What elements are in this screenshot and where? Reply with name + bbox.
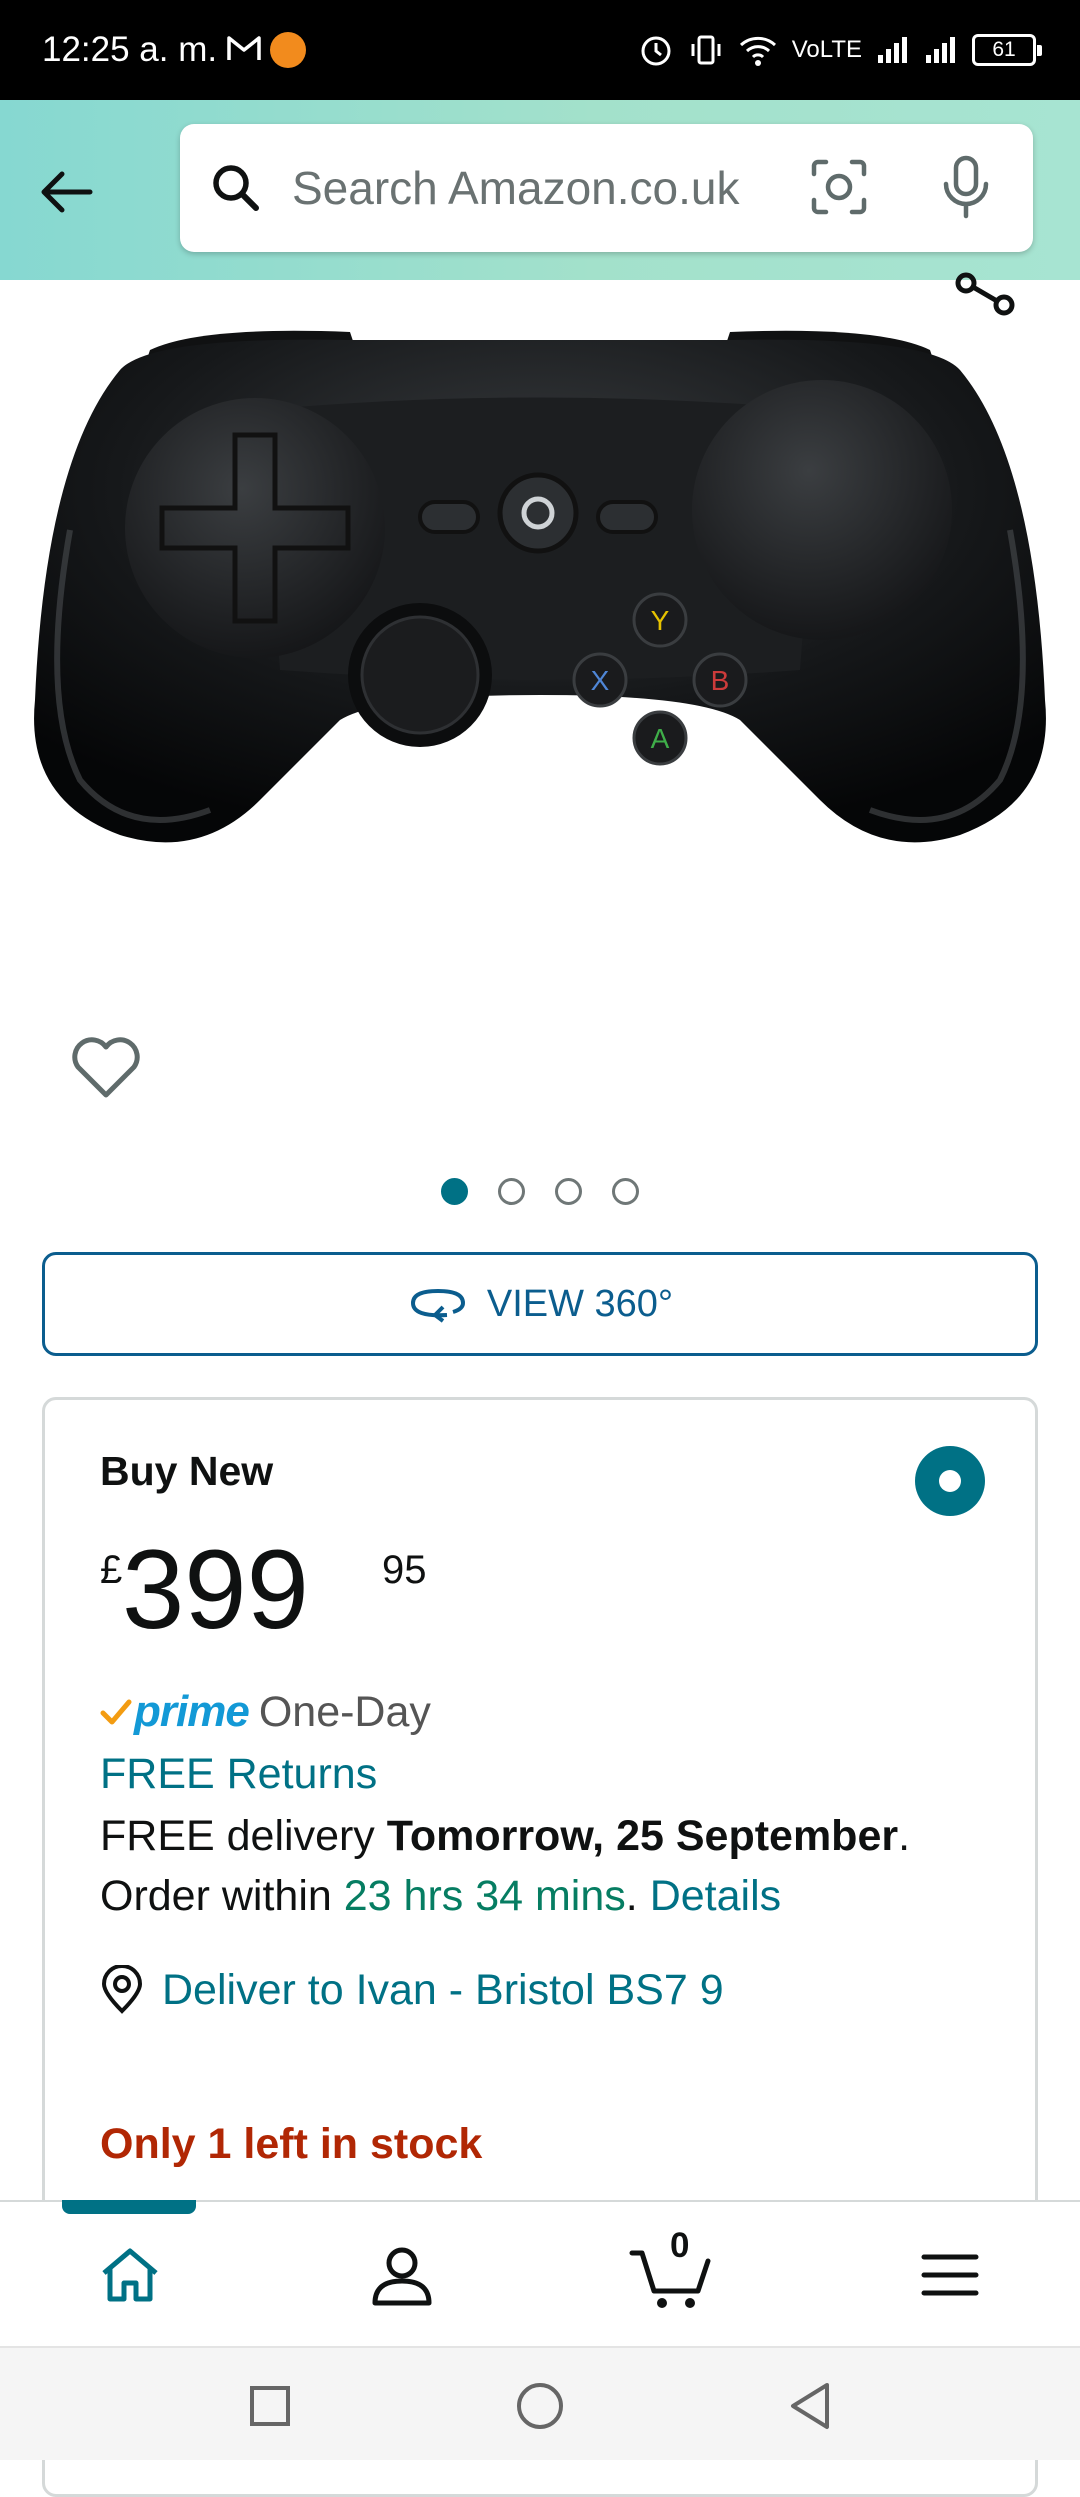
battery-icon: 61 xyxy=(972,34,1042,66)
delivery-suffix: . xyxy=(898,1812,911,1860)
nav-account[interactable] xyxy=(302,2202,502,2348)
status-indicators: VoLTE 61 xyxy=(638,28,1042,72)
cart-count-badge: 0 xyxy=(670,2226,690,2265)
square-icon xyxy=(250,2386,290,2426)
vibrate-icon xyxy=(691,35,721,65)
buy-new-radio[interactable] xyxy=(915,1446,985,1516)
carousel-dot[interactable] xyxy=(441,1178,468,1205)
order-countdown: Order within 23 hrs 34 mins. Details xyxy=(100,1872,781,1921)
back-button[interactable] xyxy=(30,156,102,228)
bottom-navigation: 0 xyxy=(0,2200,1080,2346)
nav-home[interactable] xyxy=(30,2202,230,2348)
svg-text:X: X xyxy=(591,665,610,696)
signal-icon-2 xyxy=(926,37,955,63)
svg-text:B: B xyxy=(711,665,730,696)
details-link[interactable]: Details xyxy=(650,1872,781,1920)
view-360-button[interactable]: VIEW 360° xyxy=(42,1252,1038,1356)
circle-icon xyxy=(517,2383,563,2429)
search-header xyxy=(0,100,1080,280)
delivery-date: Tomorrow, 25 September xyxy=(386,1812,899,1860)
location-pin-icon xyxy=(101,1965,143,2014)
volte-label: VoLTE xyxy=(791,36,862,63)
svg-text:A: A xyxy=(651,723,670,754)
price-symbol: £ xyxy=(100,1548,123,1592)
prime-logo-text: prime xyxy=(134,1687,250,1736)
search-bar[interactable] xyxy=(180,124,1033,252)
prime-badge: prime One-Day xyxy=(100,1682,431,1742)
account-icon xyxy=(372,2247,432,2306)
carousel-dot[interactable] xyxy=(498,1178,525,1205)
recents-button[interactable] xyxy=(238,2374,302,2438)
free-returns-link[interactable]: FREE Returns xyxy=(100,1750,377,1799)
camera-lens-icon[interactable] xyxy=(808,156,870,218)
nav-cart[interactable]: 0 xyxy=(572,2202,772,2348)
home-system-button[interactable] xyxy=(508,2374,572,2438)
countdown-time: 23 hrs 34 mins xyxy=(343,1872,626,1920)
app-notification-icon xyxy=(270,32,306,68)
stock-status: Only 1 left in stock xyxy=(100,2120,483,2168)
home-icon xyxy=(102,2248,158,2302)
price-fraction: 95 xyxy=(382,1548,427,1592)
status-time: 12:25 a. m. xyxy=(42,30,218,69)
back-system-button[interactable] xyxy=(778,2374,842,2438)
deliver-to-link[interactable]: Deliver to Ivan - Bristol BS7 9 xyxy=(100,1965,724,2015)
share-icon[interactable] xyxy=(952,265,1018,331)
microphone-icon[interactable] xyxy=(940,154,992,222)
wifi-icon xyxy=(739,36,776,66)
search-input[interactable] xyxy=(292,144,872,232)
svg-text:Y: Y xyxy=(651,605,670,636)
order-prefix: Order within xyxy=(100,1872,344,1920)
gmail-notification-icon xyxy=(226,33,262,68)
buy-new-title: Buy New xyxy=(100,1448,274,1494)
image-carousel-indicator xyxy=(0,1178,1080,1208)
back-arrow-icon xyxy=(41,171,93,213)
menu-icon xyxy=(921,2254,979,2296)
order-separator: . xyxy=(625,1872,650,1920)
prime-one-day: One-Day xyxy=(258,1687,431,1736)
heart-icon[interactable] xyxy=(70,1035,142,1101)
status-bar: 12:25 a. m. VoLTE 61 xyxy=(0,0,1080,100)
prime-check-icon xyxy=(100,1699,132,1725)
product-image[interactable]: Y X B A xyxy=(0,280,1080,1080)
rotate-360-icon xyxy=(410,1288,465,1323)
deliver-to-label: Deliver to Ivan - Bristol BS7 9 xyxy=(162,1965,724,2014)
delivery-info: FREE delivery Tomorrow, 25 September. xyxy=(100,1812,910,1861)
triangle-back-icon xyxy=(791,2383,829,2429)
view-360-label: VIEW 360° xyxy=(486,1282,674,1325)
price-whole: 399 xyxy=(122,1527,309,1652)
search-icon xyxy=(213,165,259,211)
carousel-dot[interactable] xyxy=(612,1178,639,1205)
signal-icon xyxy=(878,37,907,63)
delivery-prefix: FREE delivery xyxy=(100,1812,387,1860)
carousel-dot[interactable] xyxy=(555,1178,582,1205)
system-navigation-bar xyxy=(0,2346,1080,2460)
nav-menu[interactable] xyxy=(850,2202,1050,2348)
alarm-icon xyxy=(641,36,671,66)
